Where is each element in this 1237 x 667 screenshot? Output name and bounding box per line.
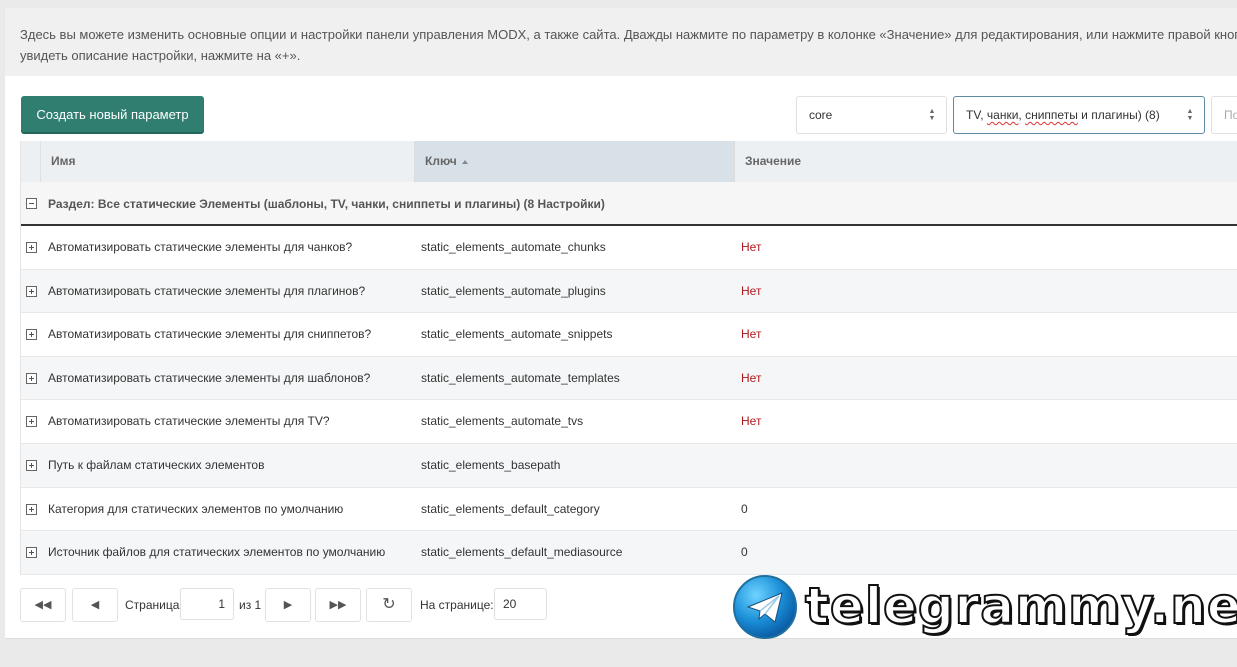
setting-value[interactable]: 0: [741, 488, 1141, 530]
setting-key: static_elements_basepath: [421, 457, 561, 472]
intro-description: Здесь вы можете изменить основные опции …: [5, 8, 1237, 76]
setting-value[interactable]: Нет: [741, 226, 1141, 268]
setting-name: Автоматизировать статические элементы дл…: [48, 370, 371, 385]
setting-key: static_elements_default_category: [421, 501, 600, 516]
setting-key: static_elements_automate_chunks: [421, 240, 606, 254]
table-row[interactable]: Категория для статических элементов по у…: [21, 487, 1237, 532]
chevron-right-icon: ▶: [283, 599, 293, 611]
setting-value[interactable]: Нет: [741, 400, 1141, 442]
setting-name: Автоматизировать статические элементы дл…: [48, 327, 372, 342]
setting-name: Автоматизировать статические элементы дл…: [48, 414, 330, 429]
per-page-label: На странице:: [420, 598, 494, 612]
setting-name: Автоматизировать статические элементы дл…: [48, 283, 366, 298]
settings-grid: Имя Ключ Значение Раздел: Все статически…: [20, 141, 1237, 575]
table-row[interactable]: Автоматизировать статические элементы дл…: [21, 313, 1237, 357]
expand-icon[interactable]: [26, 547, 37, 559]
next-page-button[interactable]: ▶: [265, 588, 311, 622]
column-header-value[interactable]: Значение: [735, 141, 1237, 182]
search-placeholder: По: [1224, 108, 1237, 122]
setting-key: static_elements_automate_tvs: [421, 414, 584, 429]
chevron-left-icon: ◀: [90, 599, 100, 611]
per-page-input[interactable]: [494, 588, 547, 620]
watermark-text: telegrammy.net: [804, 576, 1237, 636]
setting-value[interactable]: Нет: [741, 357, 1141, 399]
settings-panel: Создать новый параметр core ▲ ▼ TV, чанки…: [5, 76, 1237, 639]
table-row[interactable]: Автоматизировать статические элементы дл…: [21, 356, 1237, 401]
expand-icon[interactable]: [26, 416, 37, 428]
select-arrows-icon: ▲ ▼: [1186, 108, 1194, 122]
telegram-logo-icon: [733, 575, 797, 639]
expand-icon[interactable]: [26, 329, 37, 341]
namespace-select-value: core: [809, 108, 833, 122]
namespace-select[interactable]: core ▲ ▼: [796, 96, 947, 134]
setting-name: Путь к файлам статических элементов: [48, 457, 265, 472]
table-row[interactable]: Автоматизировать статические элементы дл…: [21, 226, 1237, 270]
select-arrows-icon: ▲ ▼: [928, 108, 936, 122]
setting-key: static_elements_automate_plugins: [421, 283, 606, 298]
collapse-icon[interactable]: [26, 198, 37, 209]
setting-key: static_elements_automate_snippets: [421, 327, 613, 342]
page-count-label: из 1: [239, 598, 262, 612]
intro-line-1: Здесь вы можете изменить основные опции …: [20, 27, 1237, 42]
expand-icon[interactable]: [26, 459, 37, 471]
refresh-icon: ↻: [382, 596, 396, 613]
toolbar: Создать новый параметр core ▲ ▼ TV, чанки…: [21, 96, 1237, 134]
previous-page-button[interactable]: ◀: [72, 588, 118, 622]
setting-value[interactable]: Нет: [741, 313, 1141, 355]
expand-icon[interactable]: [26, 285, 37, 297]
column-header-key[interactable]: Ключ: [415, 141, 735, 182]
expand-icon[interactable]: [26, 242, 37, 253]
setting-value[interactable]: Нет: [741, 270, 1141, 312]
refresh-button[interactable]: ↻: [366, 588, 412, 622]
watermark: telegrammy.net: [733, 575, 1237, 640]
first-page-button[interactable]: ◀◀: [20, 588, 66, 622]
sort-ascending-icon: [461, 160, 468, 164]
setting-key: static_elements_automate_templates: [421, 370, 620, 385]
table-row[interactable]: Путь к файлам статических элементов stat…: [21, 443, 1237, 488]
double-chevron-right-icon: ▶▶: [329, 599, 347, 611]
table-row[interactable]: Автоматизировать статические элементы дл…: [21, 269, 1237, 314]
intro-line-2: увидеть описание настройки, нажмите на «…: [20, 48, 301, 63]
setting-name: Категория для статических элементов по у…: [48, 501, 344, 516]
setting-key: static_elements_default_mediasource: [421, 545, 623, 560]
setting-name: Автоматизировать статические элементы дл…: [48, 240, 353, 254]
expand-icon[interactable]: [26, 372, 37, 384]
expander-column-header: [21, 141, 41, 182]
column-header-name[interactable]: Имя: [41, 141, 415, 182]
area-select-value: TV, чанки, сниппеты и плагины) (8): [966, 108, 1160, 122]
create-setting-button[interactable]: Создать новый параметр: [21, 96, 204, 132]
group-title: Раздел: Все статические Элементы (шаблон…: [48, 197, 605, 211]
expand-icon[interactable]: [26, 503, 37, 515]
page-label: Страница: [125, 598, 180, 612]
grid-header: Имя Ключ Значение: [21, 141, 1237, 182]
last-page-button[interactable]: ▶▶: [315, 588, 361, 622]
grid-rows: Автоматизировать статические элементы дл…: [21, 226, 1237, 575]
table-row[interactable]: Источник файлов для статических элементо…: [21, 531, 1237, 575]
search-input[interactable]: По: [1211, 96, 1237, 134]
setting-name: Источник файлов для статических элементо…: [48, 545, 386, 560]
setting-value[interactable]: 0: [741, 531, 1141, 573]
area-select[interactable]: TV, чанки, сниппеты и плагины) (8) ▲ ▼: [953, 96, 1205, 134]
table-row[interactable]: Автоматизировать статические элементы дл…: [21, 400, 1237, 444]
page-number-input[interactable]: [180, 588, 234, 620]
double-chevron-left-icon: ◀◀: [34, 599, 52, 611]
group-header-row[interactable]: Раздел: Все статические Элементы (шаблон…: [21, 182, 1237, 226]
